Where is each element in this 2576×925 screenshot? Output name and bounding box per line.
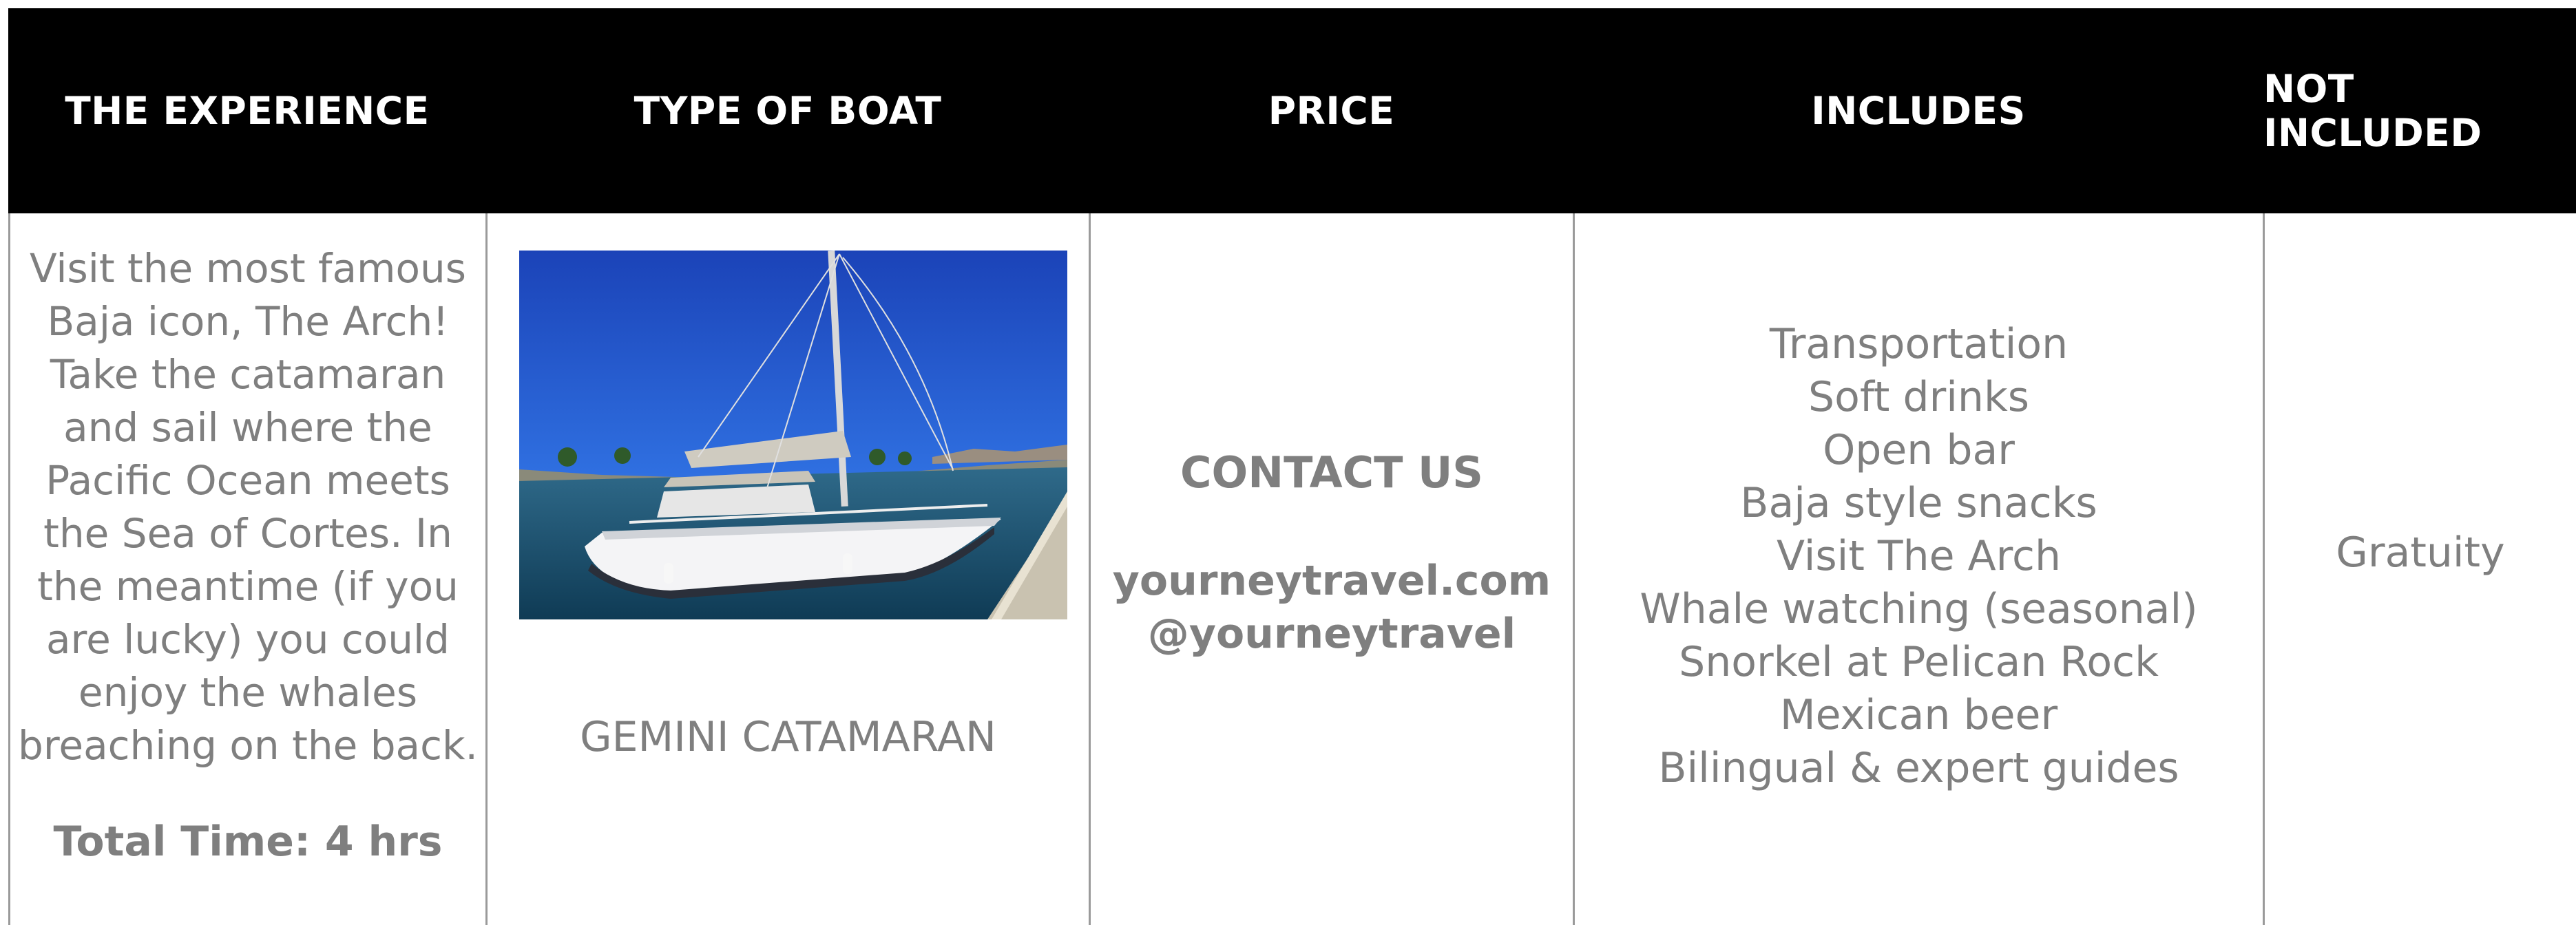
tour-info-table: THE EXPERIENCE TYPE OF BOAT PRICE INCLUD… [8,8,2576,925]
header-type-of-boat: TYPE OF BOAT [633,89,942,133]
experience-line: the Sea of Cortes. In [43,510,452,557]
total-time: Total Time: 4 hrs [53,818,443,866]
list-item: Transportation [1769,320,2069,368]
sailboat-photo [519,251,1067,619]
experience-line: and sail where the [63,404,432,451]
header-experience: THE EXPERIENCE [65,89,430,133]
boat-name: GEMINI CATAMARAN [580,713,996,761]
not-included-item: Gratuity [2336,529,2505,577]
header-not-included: NOT INCLUDED [2263,67,2482,155]
experience-line: enjoy the whales [78,669,418,716]
experience-line: Take the catamaran [50,351,446,398]
header-includes: INCLUDES [1811,89,2026,133]
list-item: Mexican beer [1779,691,2058,739]
list-item: Open bar [1823,426,2015,474]
experience-line: are lucky) you could [46,616,450,663]
contact-us-heading: CONTACT US [1180,447,1483,498]
list-item: Baja style snacks [1740,479,2097,527]
experience-line: the meantime (if you [37,563,459,610]
experience-description: Visit the most famous Baja icon, The Arc… [10,242,485,772]
list-item: Whale watching (seasonal) [1640,585,2198,633]
includes-list: Transportation Soft drinks Open bar Baja… [1575,318,2263,795]
list-item: Snorkel at Pelican Rock [1679,638,2159,686]
experience-line: breaching on the back. [18,722,478,769]
list-item: Soft drinks [1808,373,2029,421]
price-cell: CONTACT US yourneytravel.com @yourneytra… [1091,213,1573,925]
includes-cell: Transportation Soft drinks Open bar Baja… [1575,213,2263,925]
header-price: PRICE [1268,89,1395,133]
experience-line: Pacific Ocean meets [45,457,450,504]
list-item: Visit The Arch [1777,532,2061,580]
experience-line: Visit the most famous [30,245,466,292]
table-header-row: THE EXPERIENCE TYPE OF BOAT PRICE INCLUD… [8,8,2576,213]
list-item: Bilingual & expert guides [1658,744,2179,792]
boat-cell: GEMINI CATAMARAN [488,213,1089,925]
website-link[interactable]: yourneytravel.com [1091,555,1573,608]
social-handle-link[interactable]: @yourneytravel [1091,608,1573,661]
not-included-cell: Gratuity [2265,213,2576,925]
experience-cell: Visit the most famous Baja icon, The Arc… [10,213,485,925]
experience-line: Baja icon, The Arch! [47,298,449,345]
